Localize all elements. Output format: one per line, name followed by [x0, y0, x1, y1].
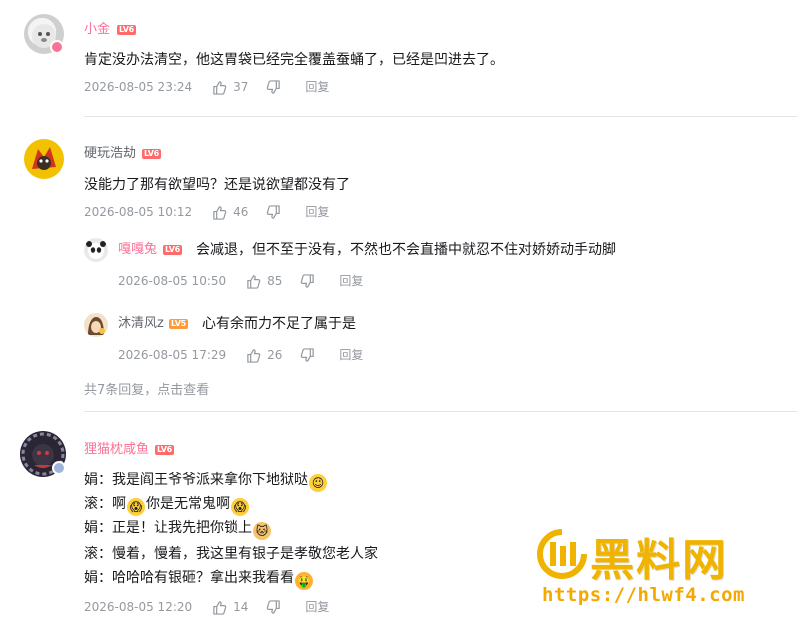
comment-time: 2026-08-05 10:12	[84, 205, 193, 219]
thumbs-down-icon	[267, 599, 281, 614]
greedy-emoji-icon: 🤑	[295, 572, 313, 590]
dislike-button[interactable]	[266, 204, 287, 220]
username[interactable]: 硬玩浩劫	[84, 146, 136, 162]
reply-meta: 2026-08-05 17:29 26 回复	[118, 347, 363, 363]
level-badge: LV6	[163, 245, 182, 255]
thumbs-down-icon	[301, 347, 315, 362]
level-badge: LV6	[155, 445, 174, 455]
divider	[84, 411, 797, 412]
like-button[interactable]: 14	[212, 599, 248, 615]
comment-line: 娟：哈哈哈有银砸？拿出来我看看 🤑	[84, 570, 313, 590]
reply-time: 2026-08-05 10:50	[118, 274, 227, 288]
comment-time: 2026-08-05 23:24	[84, 80, 193, 94]
like-count: 14	[233, 600, 249, 614]
divider	[84, 116, 797, 117]
comment-line: 滚：慢着，慢着，我这里有银子是孝敬您老人家	[84, 546, 378, 562]
comment-meta: 2026-08-05 12:20 14 回复	[84, 599, 329, 615]
reply-button[interactable]: 回复	[339, 273, 363, 289]
thumbs-up-icon	[247, 348, 261, 363]
thumbs-down-icon	[267, 204, 281, 219]
verified-badge-icon	[52, 461, 66, 475]
username[interactable]: 小金	[84, 22, 110, 38]
reply-text: 心有余而力不足了属于是	[202, 316, 356, 332]
reply-meta: 2026-08-05 10:50 85 回复	[118, 273, 363, 289]
watermark: 黑料网 https://hlwf4.com	[532, 522, 792, 614]
username[interactable]: 狸猫枕咸鱼	[84, 442, 149, 458]
dislike-button[interactable]	[300, 347, 321, 363]
view-more-replies-link[interactable]: 共7条回复，点击查看	[84, 379, 209, 398]
reply-button[interactable]: 回复	[305, 79, 329, 95]
smile-emoji-icon: ☺	[309, 474, 327, 492]
thumbs-up-icon	[213, 205, 227, 220]
dislike-button[interactable]	[300, 273, 321, 289]
like-button[interactable]: 37	[212, 79, 248, 95]
like-button[interactable]: 46	[212, 204, 248, 220]
level-badge: LV5	[169, 319, 188, 329]
reply-time: 2026-08-05 17:29	[118, 348, 227, 362]
reply-text: 会减退，但不至于没有，不然也不会直播中就忍不住对娇娇动手动脚	[196, 242, 616, 258]
watermark-logo-icon	[537, 529, 587, 579]
avatar[interactable]	[24, 139, 64, 179]
thumbs-up-icon	[213, 600, 227, 615]
level-badge: LV6	[142, 149, 161, 159]
scream-emoji-icon: 😱	[231, 498, 249, 516]
watermark-title: 黑料网	[590, 535, 728, 586]
like-button[interactable]: 26	[246, 347, 282, 363]
watermark-url: https://hlwf4.com	[542, 584, 745, 606]
comment-text: 肯定没办法清空，他这胃袋已经完全覆盖蚕蛹了，已经是凹进去了。	[84, 52, 504, 68]
vip-badge-icon	[50, 40, 64, 54]
reply-button[interactable]: 回复	[305, 204, 329, 220]
like-button[interactable]: 85	[246, 273, 282, 289]
thumbs-down-icon	[267, 79, 281, 94]
reply-button[interactable]: 回复	[339, 347, 363, 363]
thumbs-down-icon	[301, 273, 315, 288]
thumbs-up-icon	[247, 274, 261, 289]
comment-text: 没能力了那有欲望吗？还是说欲望都没有了	[84, 177, 350, 193]
level-badge: LV6	[117, 25, 136, 35]
avatar[interactable]	[84, 238, 108, 262]
comment-meta: 2026-08-05 10:12 46 回复	[84, 204, 329, 220]
comment-line: 娟：正是！让我先把你锁上 🐱	[84, 517, 272, 540]
dislike-button[interactable]	[266, 79, 287, 95]
username[interactable]: 嘎嘎兔	[118, 242, 157, 258]
comment-time: 2026-08-05 12:20	[84, 600, 193, 614]
like-count: 85	[267, 274, 283, 288]
dislike-button[interactable]	[266, 599, 287, 615]
reply-button[interactable]: 回复	[305, 599, 329, 615]
comment-line: 娟：我是阎王爷爷派来拿你下地狱哒 ☺	[84, 469, 328, 492]
username[interactable]: 沐清风z	[118, 316, 164, 332]
comment-meta: 2026-08-05 23:24 37 回复	[84, 79, 329, 95]
thumbs-up-icon	[213, 80, 227, 95]
like-count: 46	[233, 205, 249, 219]
like-count: 37	[233, 80, 249, 94]
cat-emoji-icon: 🐱	[253, 522, 271, 540]
comment-line: 滚：啊 😱 你是无常鬼啊 😱	[84, 493, 250, 516]
scream-emoji-icon: 😱	[127, 498, 145, 516]
avatar[interactable]	[84, 313, 108, 337]
like-count: 26	[267, 348, 283, 362]
